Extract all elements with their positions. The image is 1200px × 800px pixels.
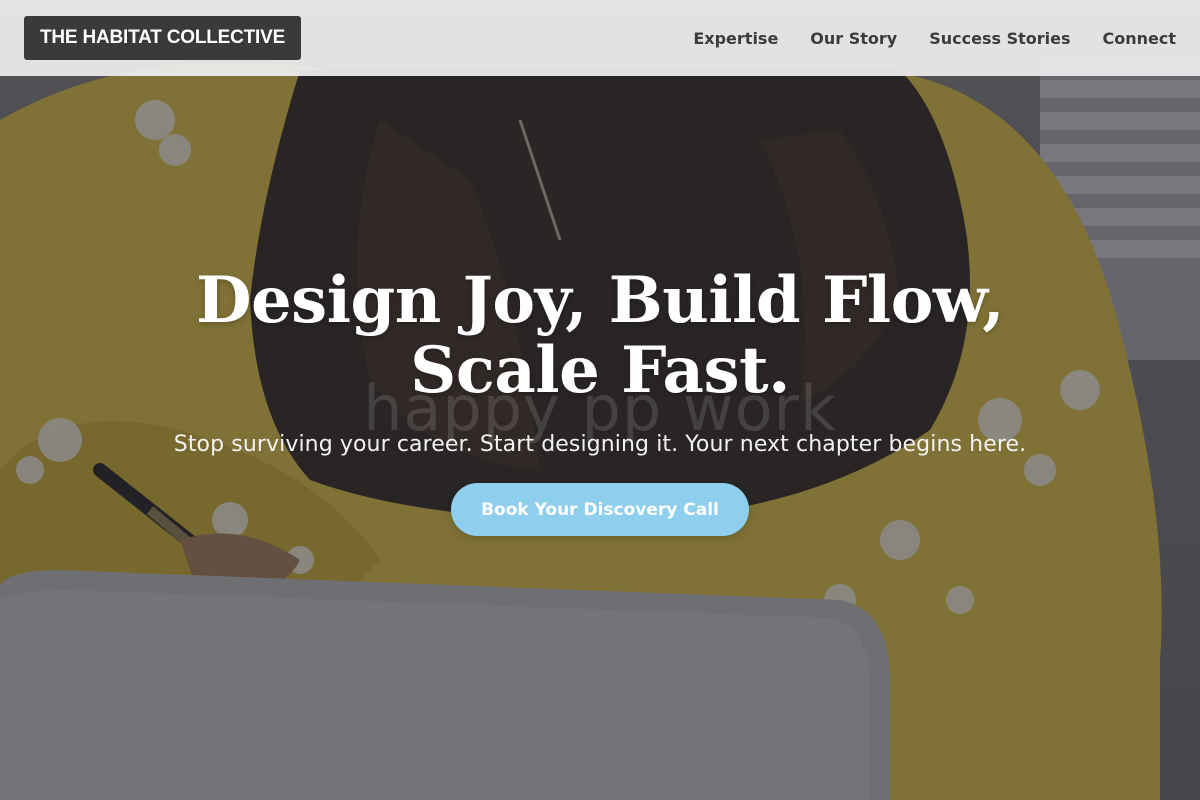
nav-link-our-story[interactable]: Our Story (810, 29, 897, 48)
nav-link-success-stories[interactable]: Success Stories (929, 29, 1070, 48)
site-logo[interactable]: THE HABITAT COLLECTIVE (24, 16, 302, 60)
hero-subheadline: Stop surviving your career. Start design… (173, 432, 1027, 457)
hero-headline: Design Joy, Build Flow, Scale Fast. (195, 263, 1005, 408)
nav-link-connect[interactable]: Connect (1103, 29, 1177, 48)
book-discovery-call-button[interactable]: Book Your Discovery Call (451, 483, 749, 536)
hero-content: Design Joy, Build Flow, Scale Fast. Stop… (0, 266, 1200, 536)
top-navbar: THE HABITAT COLLECTIVE Expertise Our Sto… (0, 0, 1200, 76)
nav-links: Expertise Our Story Success Stories Conn… (693, 29, 1176, 48)
nav-link-expertise[interactable]: Expertise (693, 29, 778, 48)
